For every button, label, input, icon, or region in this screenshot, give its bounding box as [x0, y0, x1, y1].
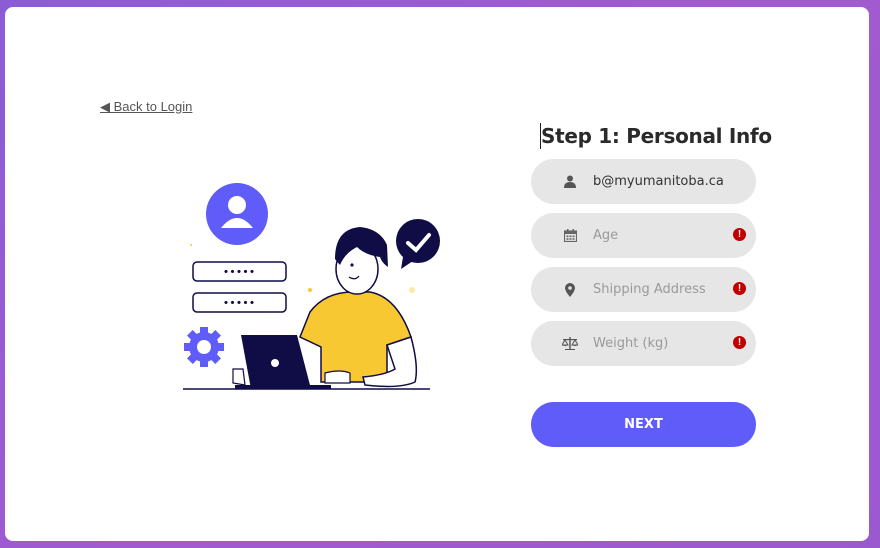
gear-icon [184, 327, 224, 367]
age-error-icon: ! [733, 228, 746, 241]
password-box-1: ••••• [192, 261, 287, 282]
scale-icon [561, 337, 579, 350]
svg-text:•••••: ••••• [223, 266, 255, 279]
weight-field[interactable]: ! [531, 321, 756, 366]
email-field[interactable] [531, 159, 756, 204]
shipping-address-error-icon: ! [733, 282, 746, 295]
form-card: ◀ Back to Login ••••• ••••• Step 1: Pers… [5, 7, 869, 541]
avatar-icon [206, 183, 268, 245]
shipping-address-input[interactable] [591, 281, 735, 298]
location-pin-icon [561, 282, 579, 297]
page-title: Step 1: Personal Info [540, 123, 781, 149]
password-box-2: ••••• [192, 292, 287, 313]
email-input[interactable] [591, 173, 735, 190]
svg-text:•••••: ••••• [223, 297, 255, 310]
age-input[interactable] [591, 227, 735, 244]
next-button[interactable]: NEXT [531, 402, 756, 447]
shipping-address-field[interactable]: ! [531, 267, 756, 312]
back-to-login-link[interactable]: ◀ Back to Login [100, 99, 192, 115]
weight-error-icon: ! [733, 336, 746, 349]
chat-check-icon [396, 219, 440, 269]
user-icon [561, 175, 579, 188]
age-field[interactable]: ! [531, 213, 756, 258]
calendar-icon [561, 229, 579, 242]
weight-input[interactable] [591, 335, 735, 352]
login-illustration: ••••• ••••• [183, 183, 440, 390]
